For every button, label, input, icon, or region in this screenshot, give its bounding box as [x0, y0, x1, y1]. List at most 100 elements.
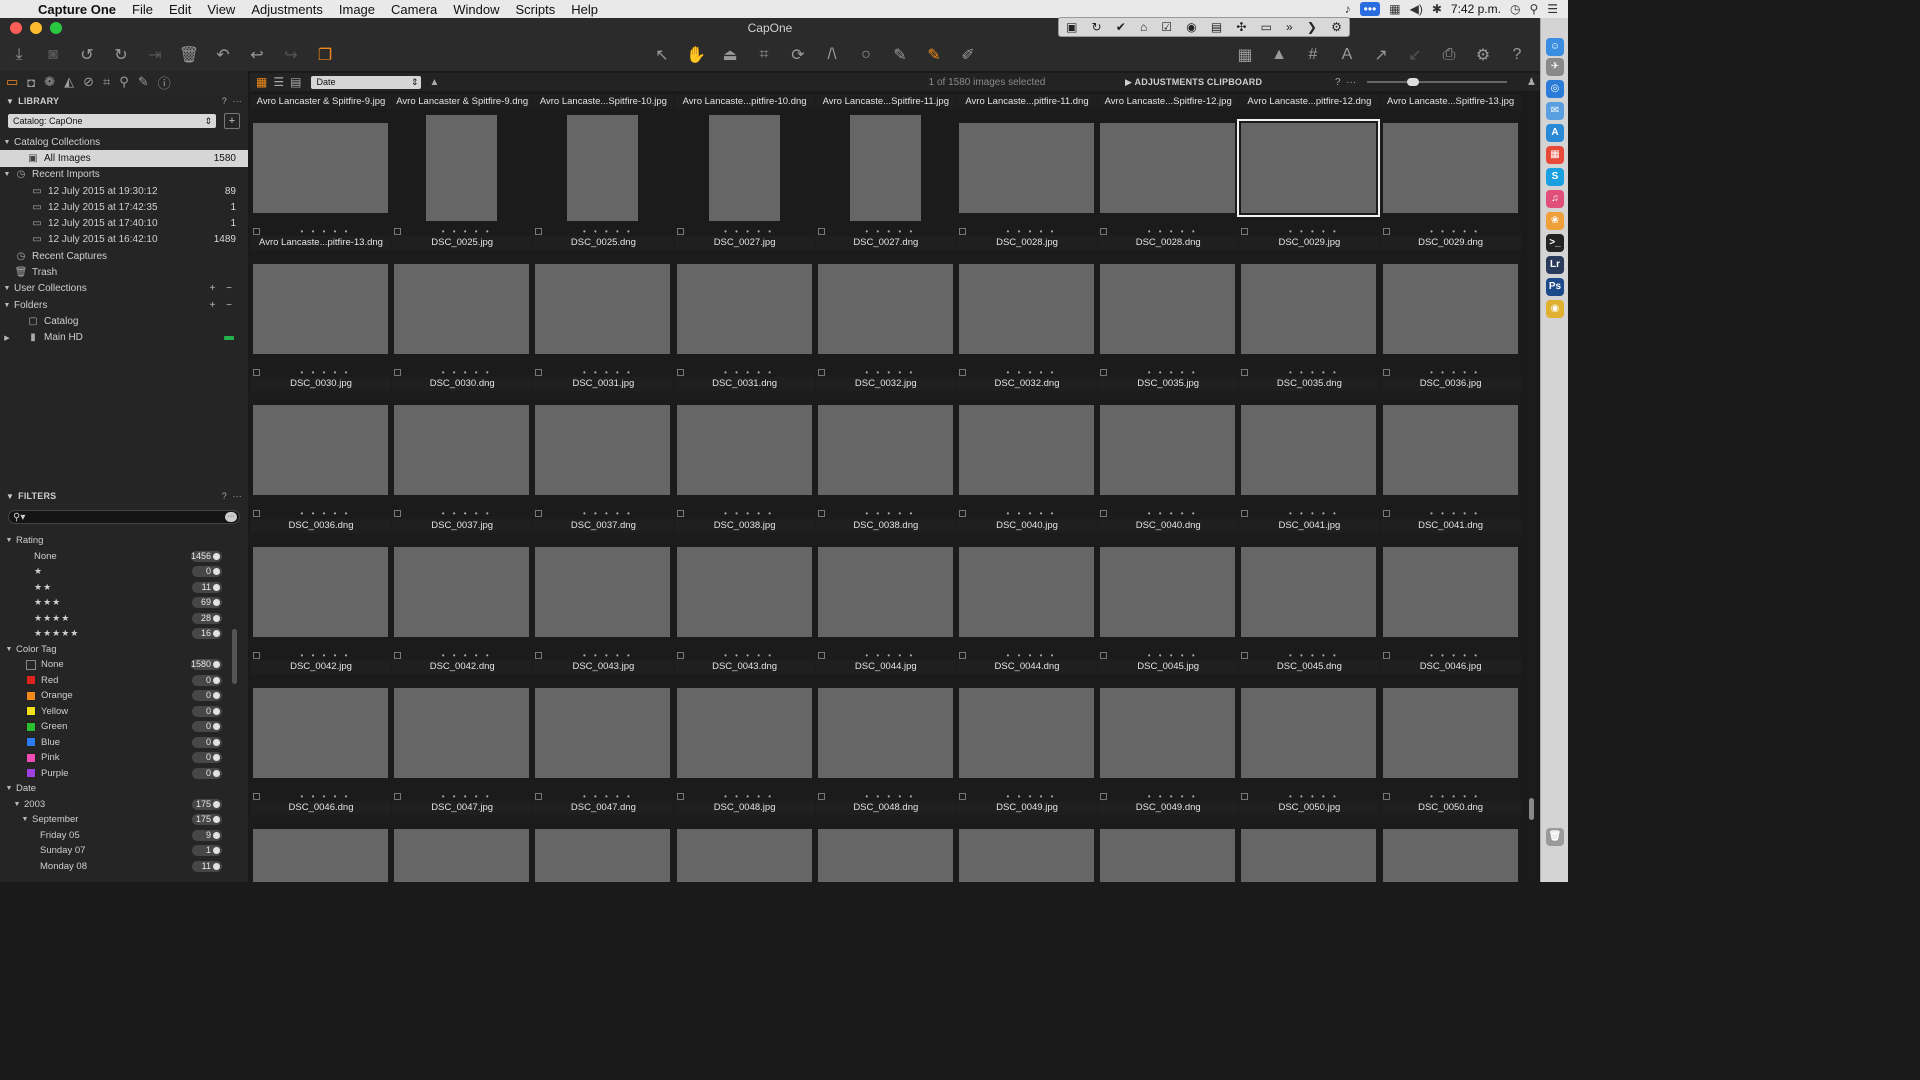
thumbnail-cell[interactable]: Avro Lancaste...Spitfire-13.jpg • • • • • [1380, 95, 1521, 236]
count-pill[interactable]: 0 [192, 674, 222, 686]
help-icon[interactable]: ? [1506, 46, 1528, 64]
select-checkbox[interactable] [1382, 651, 1390, 659]
select-checkbox[interactable] [1382, 228, 1390, 235]
thumbnail-cell[interactable]: DSC_0048.dng• • • • • [815, 801, 956, 882]
select-checkbox[interactable] [676, 369, 684, 377]
count-pill[interactable]: 175 [192, 814, 222, 826]
local-adjust-tab-brush-icon[interactable]: ✎ [138, 74, 149, 90]
select-checkbox[interactable] [253, 228, 260, 235]
launchpad-icon[interactable]: ✈ [1546, 58, 1564, 76]
date-day-item[interactable]: Monday 08 11 [0, 859, 248, 875]
recent-captures-item[interactable]: ◷ Recent Captures [0, 248, 248, 264]
thumbnail-image[interactable] [959, 405, 1094, 496]
palette-arrows-icon[interactable]: » [1286, 20, 1293, 34]
recent-import-item[interactable]: ▭ 12 July 2015 at 19:30:12 89 [0, 183, 248, 199]
count-pill[interactable]: 0 [192, 721, 222, 733]
thumbnail-cell[interactable]: DSC_0037.dng • • • • • [533, 518, 674, 660]
star-rating-dots[interactable]: • • • • • [401, 792, 532, 801]
thumbnail-image[interactable] [676, 829, 812, 882]
thumbnail-cell[interactable]: DSC_0035.jpg • • • • • [1098, 377, 1239, 518]
recent-import-item[interactable]: ▭ 12 July 2015 at 17:42:35 1 [0, 199, 248, 215]
thumbnail-image[interactable] [1241, 546, 1377, 637]
thumbnail-image[interactable] [1100, 829, 1236, 882]
star-rating-dots[interactable]: • • • • • [1107, 792, 1238, 801]
star-rating-dots[interactable]: • • • • • [1248, 509, 1379, 518]
star-rating-dots[interactable]: • • • • • [542, 368, 673, 377]
menu-edit[interactable]: Edit [161, 2, 199, 17]
star-rating-dots[interactable]: • • • • • [1248, 368, 1379, 377]
thumbnail-image[interactable] [959, 264, 1094, 355]
count-pill[interactable]: 16 [192, 628, 222, 640]
catalog-selector[interactable]: Catalog: CapOne ⇕ [8, 114, 216, 128]
thumbnail-image[interactable] [253, 546, 388, 637]
exposure-warning-icon[interactable]: ▲ [1268, 46, 1290, 64]
count-pill[interactable]: 69 [192, 597, 222, 609]
sort-direction-icon[interactable]: ▲ [429, 77, 439, 88]
star-rating-dots[interactable]: • • • • • [966, 792, 1097, 801]
star-rating-dots[interactable]: • • • • • [825, 509, 956, 518]
variants-icon[interactable]: ❐ [314, 45, 336, 65]
scrollbar-thumb[interactable] [1529, 798, 1534, 820]
loupe-icon[interactable]: ⏏ [719, 45, 741, 65]
color-tag-item[interactable]: None 1580 [0, 657, 248, 673]
thumbnail-cell[interactable]: DSC_0027.jpg • • • • • [674, 236, 815, 377]
star-rating-dots[interactable]: • • • • • [260, 368, 391, 377]
filters-section-header[interactable]: ▼ FILTERS ? ··· [0, 488, 248, 504]
select-checkbox[interactable] [1382, 510, 1390, 518]
move-to-icon[interactable]: ⇥ [144, 45, 166, 65]
collection-all-images[interactable]: ▣ All Images 1580 [0, 150, 248, 167]
rating-filter-item[interactable]: None 1456 [0, 549, 248, 565]
star-rating-dots[interactable]: • • • • • [684, 651, 815, 660]
date-filter-group[interactable]: ▼ Date [0, 781, 248, 797]
thumbnail-image[interactable] [535, 829, 671, 882]
thumbnail-cell[interactable]: Avro Lancaster & Spitfire-9.dng • • • • • [392, 95, 533, 236]
select-checkbox[interactable] [676, 792, 684, 800]
add-remove-icon[interactable]: + − [210, 300, 236, 311]
rating-filter-group[interactable]: ▼ Rating [0, 533, 248, 549]
star-rating-dots[interactable]: • • • • • [684, 227, 815, 236]
menu-camera[interactable]: Camera [383, 2, 445, 17]
copy-arrow-icon[interactable]: ↗ [1370, 45, 1392, 65]
select-checkbox[interactable] [535, 228, 543, 235]
thumbnail-cell[interactable]: DSC_0030.dng • • • • • [392, 377, 533, 518]
palette-house-icon[interactable]: ⌂ [1140, 20, 1147, 34]
expand-triangle-icon[interactable]: ▼ [2, 537, 16, 544]
count-pill[interactable]: 0 [192, 767, 222, 779]
count-pill[interactable]: 11 [192, 581, 222, 593]
select-checkbox[interactable] [676, 228, 684, 235]
star-rating-dots[interactable]: • • • • • [966, 509, 1097, 518]
palette-check-box-icon[interactable]: ☑ [1161, 20, 1172, 34]
thumbnail-image[interactable] [676, 264, 812, 355]
thumbnail-image[interactable] [253, 829, 388, 882]
reset-icon[interactable]: ↶ [212, 45, 234, 65]
print-icon[interactable]: ⎙ [1438, 46, 1460, 64]
expand-triangle-icon[interactable]: ▼ [0, 139, 14, 146]
select-checkbox[interactable] [253, 369, 260, 377]
rating-filter-item[interactable]: ★★★★ 28 [0, 611, 248, 627]
thumbnail-cell[interactable]: DSC_0043.jpg • • • • • [533, 659, 674, 801]
select-checkbox[interactable] [676, 651, 684, 659]
thumbnail-image[interactable] [1241, 405, 1377, 496]
thumbnail-cell[interactable]: DSC_0042.dng • • • • • [392, 659, 533, 801]
select-checkbox[interactable] [394, 651, 402, 659]
thumbnail-cell[interactable]: DSC_0041.jpg • • • • • [1239, 518, 1380, 660]
sort-dropdown[interactable]: Date ⇕ [311, 75, 422, 89]
select-checkbox[interactable] [676, 510, 684, 518]
thumbnail-image[interactable] [959, 546, 1094, 637]
rotate-right-icon[interactable]: ↻ [110, 45, 132, 65]
thumbnail-cell[interactable]: DSC_0036.jpg • • • • • [1380, 377, 1521, 518]
count-pill[interactable]: 0 [192, 566, 222, 578]
thumbnail-image[interactable] [676, 687, 812, 778]
star-rating-dots[interactable]: • • • • • [260, 651, 391, 660]
photoshop-icon[interactable]: Ps [1546, 278, 1564, 296]
mail-icon[interactable]: ✉ [1546, 102, 1564, 120]
thumbnail-image[interactable] [1237, 119, 1381, 217]
browser-scrollbar[interactable] [1527, 93, 1536, 882]
rotate-left-icon[interactable]: ↺ [76, 45, 98, 65]
menu-scripts[interactable]: Scripts [508, 2, 564, 17]
star-rating-dots[interactable]: • • • • • [1390, 792, 1521, 801]
expand-triangle-icon[interactable]: ▼ [2, 646, 16, 653]
select-checkbox[interactable] [535, 651, 543, 659]
palette-puzzle-icon[interactable]: ✣ [1236, 20, 1246, 34]
thumbnail-image[interactable] [1382, 264, 1518, 355]
